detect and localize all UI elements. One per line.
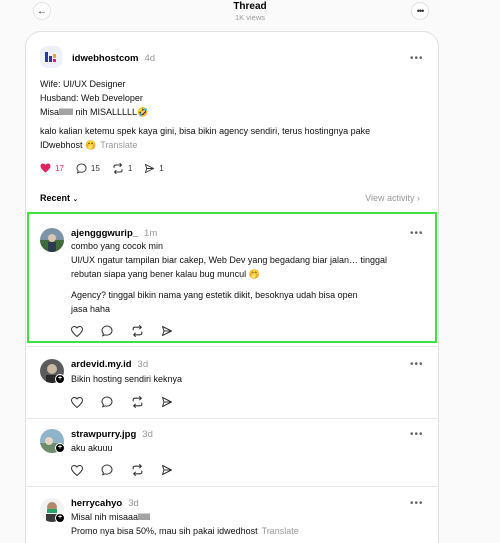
reply-button[interactable] <box>101 395 131 409</box>
heart-icon <box>71 325 83 337</box>
comment-icon <box>76 162 87 174</box>
reply-username[interactable]: ardevid.my.id 3d <box>71 359 148 371</box>
share-button[interactable] <box>161 395 191 409</box>
sort-label: Recent <box>40 193 71 203</box>
comment-icon <box>101 325 113 337</box>
comment-icon <box>101 464 113 476</box>
reply-actions <box>71 463 191 477</box>
heart-icon <box>71 464 83 476</box>
send-icon <box>162 465 172 475</box>
post-more-button[interactable]: ••• <box>410 54 424 64</box>
like-button[interactable] <box>71 395 101 409</box>
post-line-1: Wife: UI/UX Designer <box>40 79 126 89</box>
follow-plus-icon[interactable]: + <box>55 374 65 384</box>
reply-button[interactable] <box>101 324 131 338</box>
sort-dropdown[interactable]: Recent ⌄ <box>40 193 78 203</box>
translate-link[interactable]: Translate <box>100 140 137 150</box>
divider <box>26 486 438 487</box>
post-body-line-2-text: IDwebhost 🤭 <box>40 140 97 150</box>
reply-time: 3d <box>137 359 149 370</box>
view-activity-link[interactable]: View activity › <box>365 193 420 203</box>
reply-line-2: UI/UX ngatur tampilan biar cakep, Web De… <box>71 255 388 265</box>
post-avatar[interactable] <box>40 46 62 68</box>
post-username-text[interactable]: idwebhostcom <box>72 53 139 64</box>
reply-username-text[interactable]: herrycahyo <box>71 498 122 509</box>
like-count: 17 <box>55 163 64 173</box>
post-body-line-2: IDwebhost 🤭 Translate <box>40 139 137 153</box>
reply-actions <box>71 395 191 409</box>
post-username[interactable]: idwebhostcom 4d <box>72 53 155 65</box>
follow-plus-icon[interactable]: + <box>55 443 65 453</box>
view-activity-label: View activity <box>365 193 415 203</box>
reply-line-1: Misal nih misaaallllll <box>71 512 151 522</box>
reply-username[interactable]: herrycahyo 3d <box>71 498 139 510</box>
divider <box>26 418 438 419</box>
repost-button[interactable] <box>131 324 161 338</box>
post-line-3: Misalllllll nih MISALLLLL🤣 <box>40 107 149 117</box>
reply-username[interactable]: strawpurry.jpg 3d <box>71 429 153 441</box>
reply-more-button[interactable]: ••• <box>410 430 424 440</box>
avatar-photo-icon <box>40 228 64 252</box>
repost-icon <box>132 464 143 476</box>
post-time: 4d <box>144 53 156 64</box>
reply-button[interactable] <box>101 463 131 477</box>
share-button[interactable] <box>161 324 191 338</box>
reply-line-2: Promo nya bisa 50%, mau sih pakai idwedh… <box>71 525 299 539</box>
reply-more-button[interactable]: ••• <box>410 499 424 509</box>
reply-more-button[interactable]: ••• <box>410 229 424 239</box>
send-icon <box>145 163 155 173</box>
reply-username[interactable]: ajengggwurip_ 1m <box>71 228 157 240</box>
send-icon <box>162 326 172 336</box>
translate-link[interactable]: Translate <box>262 526 299 536</box>
reply-line-1: Bikin hosting sendiri keknya <box>71 374 183 384</box>
heart-filled-icon <box>40 163 51 173</box>
post-body-line-1: kalo kalian ketemu spek kaya gini, bisa … <box>40 126 371 136</box>
reply-button[interactable]: 15 <box>76 162 100 174</box>
reply-time: 1m <box>144 228 158 239</box>
follow-plus-icon[interactable]: + <box>55 513 65 523</box>
repost-icon <box>113 162 123 174</box>
thread-options-button[interactable]: ••• <box>412 3 428 19</box>
chevron-down-icon: ⌄ <box>72 196 79 203</box>
post-line-2: Husband: Web Developer <box>40 93 143 103</box>
idwebhost-logo-icon <box>45 52 56 62</box>
reply-username-text[interactable]: ardevid.my.id <box>71 359 132 370</box>
like-button[interactable] <box>71 324 101 338</box>
chevron-right-icon: › <box>417 193 420 203</box>
repost-icon <box>132 325 143 337</box>
repost-button[interactable] <box>131 395 161 409</box>
like-button[interactable] <box>71 463 101 477</box>
reply-username-text[interactable]: ajengggwurip_ <box>71 228 138 239</box>
reply-line-5: jasa haha <box>71 304 111 314</box>
share-button[interactable]: 1 <box>144 163 164 174</box>
reply-more-button[interactable]: ••• <box>410 360 424 370</box>
like-button[interactable]: 17 <box>40 163 64 173</box>
share-button[interactable] <box>161 463 191 477</box>
post-stats: 17 15 1 1 <box>40 161 176 175</box>
reply-line-3: rebutan siapa yang bener kalau bug muncu… <box>71 269 260 279</box>
share-count: 1 <box>159 163 164 173</box>
reply-line-1: aku akuuu <box>71 443 113 453</box>
heart-icon <box>71 396 83 408</box>
repost-count: 1 <box>127 163 133 173</box>
reply-line-2-text: Promo nya bisa 50%, mau sih pakai idwedh… <box>71 526 258 536</box>
send-icon <box>162 397 172 407</box>
reply-time: 3d <box>128 498 139 509</box>
reply-line-4: Agency? tinggal bikin nama yang estetik … <box>71 290 358 300</box>
reply-actions <box>71 324 191 338</box>
more-icon: ••• <box>416 6 425 16</box>
reply-avatar[interactable] <box>40 228 64 252</box>
comment-icon <box>101 396 113 408</box>
reply-count: 15 <box>90 163 100 173</box>
repost-button[interactable]: 1 <box>112 162 133 174</box>
reply-line-1: combo yang cocok min <box>71 241 164 251</box>
reply-time: 3d <box>142 429 153 440</box>
repost-icon <box>132 396 143 408</box>
divider <box>26 346 438 347</box>
recent-row: Recent ⌄ View activity › <box>40 193 420 207</box>
repost-button[interactable] <box>131 463 161 477</box>
top-bar: ← Thread 1K views ••• <box>0 0 500 26</box>
reply-username-text[interactable]: strawpurry.jpg <box>71 429 136 440</box>
